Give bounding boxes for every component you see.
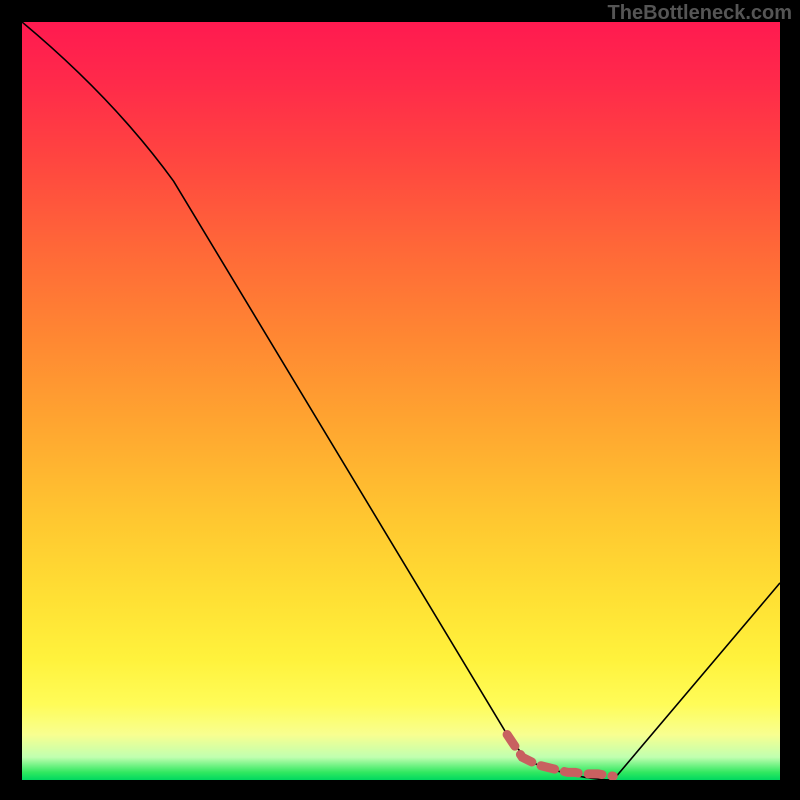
chart-lines [22,22,780,780]
highlight-segment-line [507,735,613,777]
bottleneck-curve-line [22,22,780,780]
chart-plot-area [22,22,780,780]
watermark-text: TheBottleneck.com [608,2,792,25]
